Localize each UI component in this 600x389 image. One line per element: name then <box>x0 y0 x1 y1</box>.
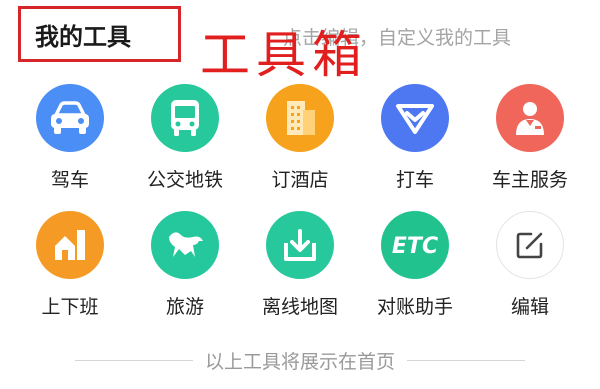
tool-edit[interactable]: 编辑 <box>472 211 588 319</box>
car-owner-icon <box>496 84 564 152</box>
car-icon <box>36 84 104 152</box>
tool-label: 打车 <box>395 169 434 191</box>
edit-icon <box>496 211 564 279</box>
tool-billing-assistant[interactable]: ETC 对账助手 <box>357 211 473 319</box>
travel-horse-icon <box>151 211 219 279</box>
tool-bus-metro[interactable]: 公交地铁 <box>127 84 243 192</box>
hotel-icon <box>266 84 334 152</box>
tool-label: 驾车 <box>50 169 89 191</box>
tool-label: 公交地铁 <box>146 169 223 191</box>
commute-icon <box>36 211 104 279</box>
tool-travel[interactable]: 旅游 <box>127 211 243 319</box>
tool-commute[interactable]: 上下班 <box>12 211 128 319</box>
tool-label: 上下班 <box>41 296 99 318</box>
tool-drive[interactable]: 驾车 <box>12 84 128 192</box>
footer-text: 以上工具将展示在首页 <box>204 350 395 373</box>
taxi-icon <box>381 84 449 152</box>
tool-label: 对账助手 <box>376 296 453 318</box>
tool-label: 编辑 <box>510 296 549 318</box>
toolbox-overlay-label: 工具箱 <box>200 26 368 84</box>
bus-icon <box>151 84 219 152</box>
tool-hotel[interactable]: 订酒店 <box>242 84 358 192</box>
tool-label: 旅游 <box>165 296 204 318</box>
section-title: 我的工具 <box>18 6 181 62</box>
divider <box>407 359 525 361</box>
tool-label: 离线地图 <box>261 296 338 318</box>
tool-offline-map[interactable]: 离线地图 <box>242 211 358 319</box>
tool-car-owner-service[interactable]: 车主服务 <box>472 84 588 192</box>
svg-text:ETC: ETC <box>392 234 438 259</box>
footer-note: 以上工具将展示在首页 <box>0 340 600 380</box>
section-title-text: 我的工具 <box>35 22 131 51</box>
offline-map-icon <box>266 211 334 279</box>
tool-label: 订酒店 <box>271 169 329 191</box>
tool-label: 车主服务 <box>491 169 568 191</box>
divider <box>74 359 193 361</box>
etc-icon: ETC <box>381 211 449 279</box>
tool-taxi[interactable]: 打车 <box>357 84 473 192</box>
